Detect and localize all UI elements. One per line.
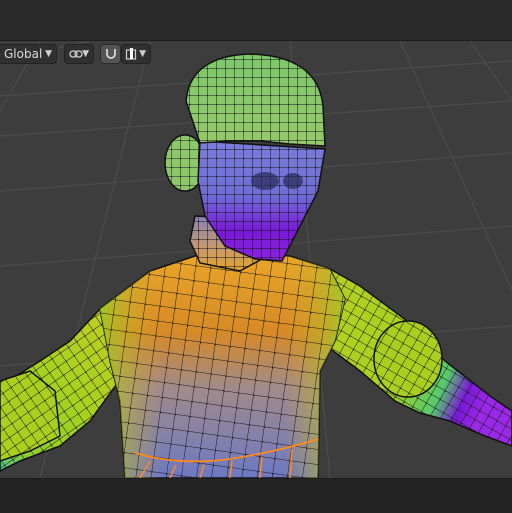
- pivot-point-dropdown[interactable]: ▼: [64, 44, 94, 64]
- chevron-down-icon: ▼: [82, 49, 89, 59]
- bottom-status-bar: [0, 478, 512, 513]
- snap-toggle-button[interactable]: [100, 44, 121, 64]
- link-icon: [69, 50, 83, 58]
- mesh-torso: [99, 252, 346, 478]
- top-editor-strip: [0, 0, 512, 41]
- snap-target-dropdown[interactable]: ▼: [121, 44, 151, 64]
- mesh-right-arm: [319, 267, 512, 447]
- chevron-down-icon: ▼: [139, 49, 146, 59]
- snap-increment-icon: [125, 48, 137, 60]
- chevron-down-icon: ▼: [45, 49, 52, 59]
- transform-orientation-dropdown[interactable]: Global ▼: [0, 44, 57, 64]
- 3d-viewport[interactable]: [0, 41, 512, 478]
- magnet-icon: [106, 49, 116, 59]
- viewport-scene[interactable]: [0, 41, 512, 478]
- mesh-head: [164, 53, 326, 262]
- transform-orientation-value: Global: [4, 47, 43, 61]
